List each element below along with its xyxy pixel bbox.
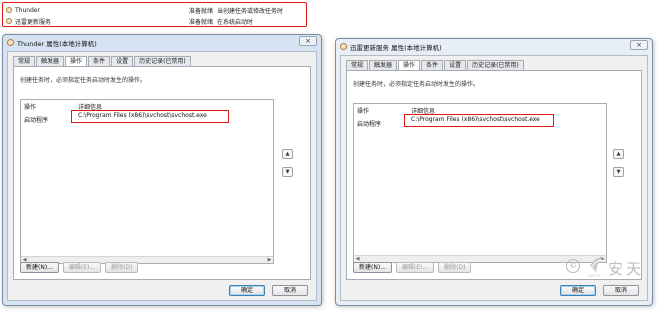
title-bar[interactable]: Thunder 属性(本地计算机) × [3, 35, 321, 50]
delete-action-button[interactable]: 删除(D) [105, 262, 139, 273]
tab-history[interactable]: 历史记录(已禁用) [467, 60, 524, 70]
dialog-body: 常规 触发器 操作 条件 设置 历史记录(已禁用) 创建任务时，必须指定任务启动… [7, 51, 317, 301]
task-icon [340, 43, 347, 50]
title-bar[interactable]: 迅雷更新服务 属性(本地计算机) × [336, 39, 652, 54]
task-status: 准备就绪 [189, 18, 214, 26]
task-icon [6, 7, 12, 13]
tab-triggers[interactable]: 触发器 [36, 56, 65, 66]
copyright-icon: © [566, 259, 580, 273]
scroll-right-icon[interactable]: ▶ [266, 257, 273, 263]
ok-button[interactable]: 确定 [229, 285, 265, 296]
action-detail-cell[interactable]: C:\Program Files (x86)\svchost\svchost.e… [71, 110, 229, 123]
antiy-logo-icon [590, 257, 603, 273]
close-button[interactable]: × [630, 40, 648, 50]
tab-strip: 常规 触发器 操作 条件 设置 历史记录(已禁用) [346, 60, 525, 71]
actions-description: 创建任务时，必须指定任务启动时发生的操作。 [353, 81, 480, 88]
new-action-button[interactable]: 新建(N)... [20, 262, 59, 273]
dialog-title: 迅雷更新服务 属性(本地计算机) [350, 43, 442, 52]
action-buttons: 新建(N)... 编辑(E)... 删除(D) [353, 262, 475, 273]
tab-settings[interactable]: 设置 [111, 56, 134, 66]
dialog-footer: 确定 取消 [553, 285, 639, 296]
actions-table: 操作 详细信息 启动程序 C:\Program Files (x86)\svch… [20, 99, 274, 264]
actions-tab-page: 创建任务时，必须指定任务启动时发生的操作。 操作 详细信息 启动程序 C:\Pr… [13, 66, 311, 280]
tab-conditions[interactable]: 条件 [88, 56, 111, 66]
edit-action-button[interactable]: 编辑(E)... [395, 262, 435, 273]
dialog-footer: 确定 取消 [222, 285, 308, 296]
task-status: 准备就绪 [189, 7, 214, 15]
move-up-button[interactable]: ▲ [613, 149, 624, 159]
actions-tab-page: 创建任务时，必须指定任务启动时发生的操作。 操作 详细信息 启动程序 C:\Pr… [346, 70, 642, 280]
task-list: Thunder 准备就绪 当创建任务或修改任务时 迅雷更新服务 准备就绪 在系统… [2, 2, 307, 27]
task-name: 迅雷更新服务 [15, 18, 52, 26]
column-header-action[interactable]: 操作 [24, 102, 36, 111]
tab-settings[interactable]: 设置 [444, 60, 467, 70]
watermark-brand: 安天 [608, 260, 645, 278]
task-trigger: 当创建任务或修改任务时 [217, 7, 284, 15]
thunder-properties-dialog: Thunder 属性(本地计算机) × 常规 触发器 操作 条件 设置 历史记录… [2, 34, 322, 306]
action-detail-cell[interactable]: C:\Program Files (x86)\svchost\svchost.e… [404, 114, 554, 127]
tab-history[interactable]: 历史记录(已禁用) [134, 56, 191, 66]
tab-general[interactable]: 常规 [346, 60, 369, 70]
task-list-row[interactable]: 迅雷更新服务 准备就绪 在系统启动时 [6, 16, 304, 26]
action-buttons: 新建(N)... 编辑(E)... 删除(D) [20, 262, 142, 273]
close-button[interactable]: × [299, 36, 317, 46]
tab-triggers[interactable]: 触发器 [369, 60, 398, 70]
delete-action-button[interactable]: 删除(D) [438, 262, 472, 273]
move-down-button[interactable]: ▼ [613, 167, 624, 177]
watermark-sub: ANTIY [588, 274, 601, 278]
action-type-cell[interactable]: 启动程序 [357, 119, 381, 128]
dialog-title: Thunder 属性(本地计算机) [17, 39, 97, 48]
move-down-button[interactable]: ▼ [282, 167, 293, 177]
actions-table: 操作 详细信息 启动程序 C:\Program Files (x86)\svch… [353, 103, 607, 263]
cancel-button[interactable]: 取消 [272, 285, 308, 296]
new-action-button[interactable]: 新建(N)... [353, 262, 392, 273]
tab-general[interactable]: 常规 [13, 56, 36, 66]
ok-button[interactable]: 确定 [560, 285, 596, 296]
tab-conditions[interactable]: 条件 [421, 60, 444, 70]
action-type-cell[interactable]: 启动程序 [24, 115, 48, 124]
task-trigger: 在系统启动时 [217, 18, 254, 26]
task-list-row[interactable]: Thunder 准备就绪 当创建任务或修改任务时 [6, 5, 304, 15]
actions-description: 创建任务时，必须指定任务启动时发生的操作。 [20, 77, 147, 84]
column-header-action[interactable]: 操作 [357, 106, 369, 115]
cancel-button[interactable]: 取消 [603, 285, 639, 296]
task-icon [6, 18, 12, 24]
edit-action-button[interactable]: 编辑(E)... [62, 262, 102, 273]
task-icon [7, 39, 14, 46]
move-up-button[interactable]: ▲ [282, 149, 293, 159]
antiy-watermark: © 安天 ANTIY [566, 252, 656, 282]
task-name: Thunder [15, 6, 41, 14]
tab-strip: 常规 触发器 操作 条件 设置 历史记录(已禁用) [13, 56, 192, 67]
